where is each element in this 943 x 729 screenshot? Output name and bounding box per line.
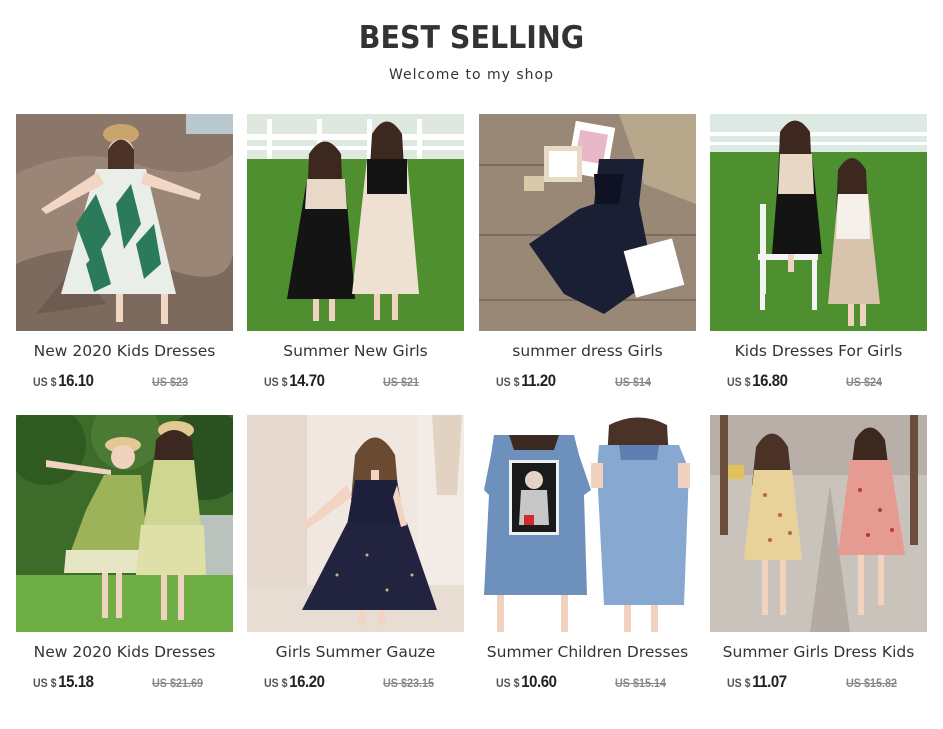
product-original-price: US $23 — [152, 375, 189, 389]
product-image[interactable] — [16, 114, 233, 331]
product-image[interactable] — [247, 114, 464, 331]
product-image[interactable] — [16, 415, 233, 632]
product-price: US $14.70 — [264, 371, 325, 390]
product-card[interactable]: summer dress Girls US $11.20 US $14 — [479, 114, 696, 404]
product-image[interactable] — [247, 415, 464, 632]
product-original-price: US $21 — [383, 375, 420, 389]
product-name[interactable]: Kids Dresses For Girls — [704, 342, 933, 360]
product-card[interactable]: Summer New Girls US $14.70 US $21 — [247, 114, 464, 404]
product-name[interactable]: Summer Children Dresses — [473, 643, 702, 661]
product-original-price: US $15.82 — [846, 676, 898, 690]
product-original-price: US $14 — [615, 375, 652, 389]
product-original-price: US $15.14 — [615, 676, 667, 690]
product-card[interactable]: Girls Summer Gauze US $16.20 US $23.15 — [247, 415, 464, 705]
product-price: US $11.07 — [727, 672, 787, 691]
page-title: BEST SELLING — [358, 20, 585, 56]
product-name[interactable]: New 2020 Kids Dresses — [10, 342, 239, 360]
product-price: US $11.20 — [496, 371, 556, 390]
product-card[interactable]: New 2020 Kids Dresses US $15.18 US $21.6… — [16, 415, 233, 705]
product-price: US $16.20 — [264, 672, 325, 691]
product-card[interactable]: Summer Children Dresses US $10.60 US $15… — [479, 415, 696, 705]
product-original-price: US $21.69 — [152, 676, 204, 690]
product-original-price: US $24 — [846, 375, 883, 389]
product-price: US $15.18 — [33, 672, 94, 691]
product-image[interactable] — [710, 415, 927, 632]
product-name[interactable]: Summer New Girls — [241, 342, 470, 360]
page-subtitle: Welcome to my shop — [389, 67, 554, 83]
product-original-price: US $23.15 — [383, 676, 435, 690]
product-image[interactable] — [479, 415, 696, 632]
product-image[interactable] — [710, 114, 927, 331]
product-price: US $16.10 — [33, 371, 94, 390]
product-name[interactable]: summer dress Girls — [473, 342, 702, 360]
product-price: US $16.80 — [727, 371, 788, 390]
product-name[interactable]: Summer Girls Dress Kids — [704, 643, 933, 661]
product-card[interactable]: Summer Girls Dress Kids US $11.07 US $15… — [710, 415, 927, 705]
product-name[interactable]: Girls Summer Gauze — [241, 643, 470, 661]
product-card[interactable]: New 2020 Kids Dresses US $16.10 US $23 — [16, 114, 233, 404]
product-name[interactable]: New 2020 Kids Dresses — [10, 643, 239, 661]
product-image[interactable] — [479, 114, 696, 331]
product-price: US $10.60 — [496, 672, 557, 691]
product-card[interactable]: Kids Dresses For Girls US $16.80 US $24 — [710, 114, 927, 404]
